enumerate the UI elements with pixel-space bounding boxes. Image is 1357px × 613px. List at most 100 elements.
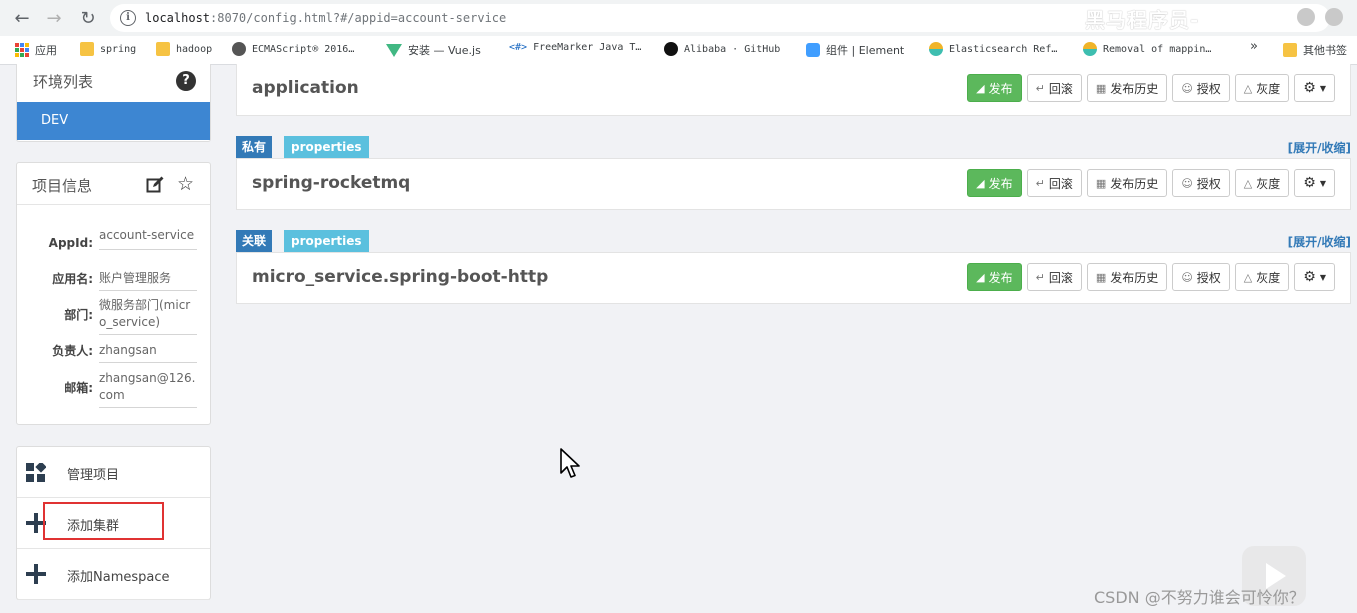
email-value: zhangsan@126.com <box>99 370 197 408</box>
manage-project-label: 管理项目 <box>67 468 120 483</box>
bookmark-elasticsearch[interactable]: Elasticsearch Ref… <box>929 42 1057 56</box>
bookmark-removal[interactable]: Removal of mappin… <box>1083 42 1211 56</box>
caret-down-icon: ▼ <box>1319 272 1326 282</box>
bookmark-overflow[interactable]: » <box>1250 39 1258 54</box>
gray-button[interactable]: △ 灰度 <box>1234 263 1290 291</box>
auth-button[interactable]: ☺ 授权 <box>1172 74 1230 102</box>
namespace-actions: ◢ 发布 ↵ 回滚 ▦ 发布历史 ☺ 授权 △ 灰度 ⚙ ▼ <box>967 263 1335 291</box>
expand-collapse-link[interactable]: [展开/收缩] <box>1288 233 1351 250</box>
info-icon[interactable]: i <box>120 10 136 26</box>
expand-collapse-link[interactable]: [展开/收缩] <box>1288 139 1351 156</box>
history-button[interactable]: ▦ 发布历史 <box>1086 74 1168 102</box>
project-info-header: 项目信息 ☆ <box>17 163 210 205</box>
owner-value: zhangsan <box>99 342 197 363</box>
env-list-title: 环境列表 <box>33 73 94 91</box>
bookmark-ecmascript[interactable]: ECMAScript® 2016… <box>232 42 354 56</box>
dept-value: 微服务部门(micro_service) <box>99 297 197 335</box>
caret-down-icon: ▼ <box>1319 83 1326 93</box>
appname-value: 账户管理服务 <box>99 270 197 291</box>
bookmark-element[interactable]: 组件 | Element <box>806 42 904 58</box>
help-icon[interactable]: ? <box>176 71 196 91</box>
settings-dropdown[interactable]: ⚙ ▼ <box>1294 74 1335 102</box>
bookmark-vue[interactable]: 安装 — Vue.js <box>386 42 481 58</box>
rollback-button[interactable]: ↵ 回滚 <box>1026 263 1082 291</box>
bookmark-apps[interactable]: 应用 <box>15 42 57 58</box>
highlight-annotation <box>43 502 164 540</box>
gear-icon: ⚙ <box>1303 80 1316 96</box>
info-row-dept: 部门: 微服务部门(micro_service) <box>17 297 210 335</box>
gray-button[interactable]: △ 灰度 <box>1234 169 1290 197</box>
namespace-micro-service-spring-boot-http: micro_service.spring-boot-http ◢ 发布 ↵ 回滚 ▦… <box>236 252 1351 304</box>
env-panel: 环境列表 ? DEV <box>16 64 211 142</box>
forward-arrow-icon[interactable]: → <box>42 6 66 30</box>
flask-icon: △ <box>1243 81 1253 95</box>
history-button[interactable]: ▦ 发布历史 <box>1086 263 1168 291</box>
bookmark-freemarker[interactable]: <#> FreeMarker Java T… <box>509 42 641 53</box>
bookmark-spring[interactable]: spring <box>80 42 136 56</box>
watermark-top: 黑马程序员- <box>1085 8 1200 32</box>
gear-icon: ⚙ <box>1303 175 1316 191</box>
undo-icon: ↵ <box>1035 176 1045 190</box>
calendar-icon: ▦ <box>1095 176 1107 190</box>
edit-icon[interactable] <box>146 176 164 194</box>
settings-dropdown[interactable]: ⚙ ▼ <box>1294 169 1335 197</box>
env-item-dev[interactable]: DEV <box>17 102 210 140</box>
back-arrow-icon[interactable]: ← <box>10 6 34 30</box>
url-text[interactable]: localhost:8070/config.html?#/appid=accou… <box>145 11 506 25</box>
info-row-owner: 负责人: zhangsan <box>17 342 210 363</box>
apps-grid-icon <box>15 43 29 57</box>
info-row-appname: 应用名: 账户管理服务 <box>17 270 210 291</box>
project-info-title: 项目信息 <box>32 177 93 195</box>
elastic-icon <box>929 42 943 56</box>
plus-icon <box>26 564 46 584</box>
bookmark-github[interactable]: Alibaba · GitHub <box>664 42 780 56</box>
auth-button[interactable]: ☺ 授权 <box>1172 263 1230 291</box>
vue-icon <box>386 43 402 57</box>
namespace-application: application ◢ 发布 ↵ 回滚 ▦ 发布历史 ☺ 授权 △ 灰度 ⚙ ▼ <box>236 64 1351 116</box>
mouse-cursor-icon <box>560 448 580 478</box>
code-icon: <#> <box>509 42 528 53</box>
add-namespace-item[interactable]: 添加Namespace <box>17 549 210 600</box>
browser-toolbar: ← → ↻ i localhost:8070/config.html?#/app… <box>0 0 1357 36</box>
dashboard-icon <box>26 463 46 482</box>
format-badge: properties <box>284 230 369 252</box>
send-icon: ◢ <box>976 270 985 284</box>
publish-button[interactable]: ◢ 发布 <box>967 169 1022 197</box>
calendar-icon: ▦ <box>1095 81 1107 95</box>
manage-project-item[interactable]: 管理项目 <box>17 447 210 498</box>
namespace-name: application <box>252 78 359 98</box>
appid-value: account-service <box>99 227 197 250</box>
auth-button[interactable]: ☺ 授权 <box>1172 169 1230 197</box>
globe-icon <box>232 42 246 56</box>
add-namespace-label: 添加Namespace <box>67 570 170 585</box>
publish-button[interactable]: ◢ 发布 <box>967 263 1022 291</box>
send-icon: ◢ <box>976 81 985 95</box>
calendar-icon: ▦ <box>1095 270 1107 284</box>
rollback-button[interactable]: ↵ 回滚 <box>1026 169 1082 197</box>
scope-badge: 关联 <box>236 230 273 252</box>
element-icon <box>806 43 820 57</box>
namespace-tags-2: 关联 properties [展开/收缩] <box>236 230 1351 252</box>
namespace-actions: ◢ 发布 ↵ 回滚 ▦ 发布历史 ☺ 授权 △ 灰度 ⚙ ▼ <box>967 169 1335 197</box>
reload-icon[interactable]: ↻ <box>76 6 100 30</box>
scope-badge: 私有 <box>236 136 273 158</box>
github-icon <box>664 42 678 56</box>
info-row-email: 邮箱: zhangsan@126.com <box>17 370 210 408</box>
settings-dropdown[interactable]: ⚙ ▼ <box>1294 263 1335 291</box>
flask-icon: △ <box>1243 270 1253 284</box>
namespace-actions: ◢ 发布 ↵ 回滚 ▦ 发布历史 ☺ 授权 △ 灰度 ⚙ ▼ <box>967 74 1335 102</box>
bookmark-hadoop[interactable]: hadoop <box>156 42 212 56</box>
flask-icon: △ <box>1243 176 1253 190</box>
elastic-icon <box>1083 42 1097 56</box>
gray-button[interactable]: △ 灰度 <box>1234 74 1290 102</box>
extension-icon[interactable] <box>1297 8 1315 26</box>
user-icon: ☺ <box>1181 176 1193 190</box>
send-icon: ◢ <box>976 176 985 190</box>
user-icon: ☺ <box>1181 270 1193 284</box>
publish-button[interactable]: ◢ 发布 <box>967 74 1022 102</box>
rollback-button[interactable]: ↵ 回滚 <box>1026 74 1082 102</box>
bookmark-other[interactable]: 其他书签 <box>1283 42 1347 58</box>
star-icon[interactable]: ☆ <box>177 174 194 194</box>
history-button[interactable]: ▦ 发布历史 <box>1086 169 1168 197</box>
extension-icon[interactable] <box>1325 8 1343 26</box>
